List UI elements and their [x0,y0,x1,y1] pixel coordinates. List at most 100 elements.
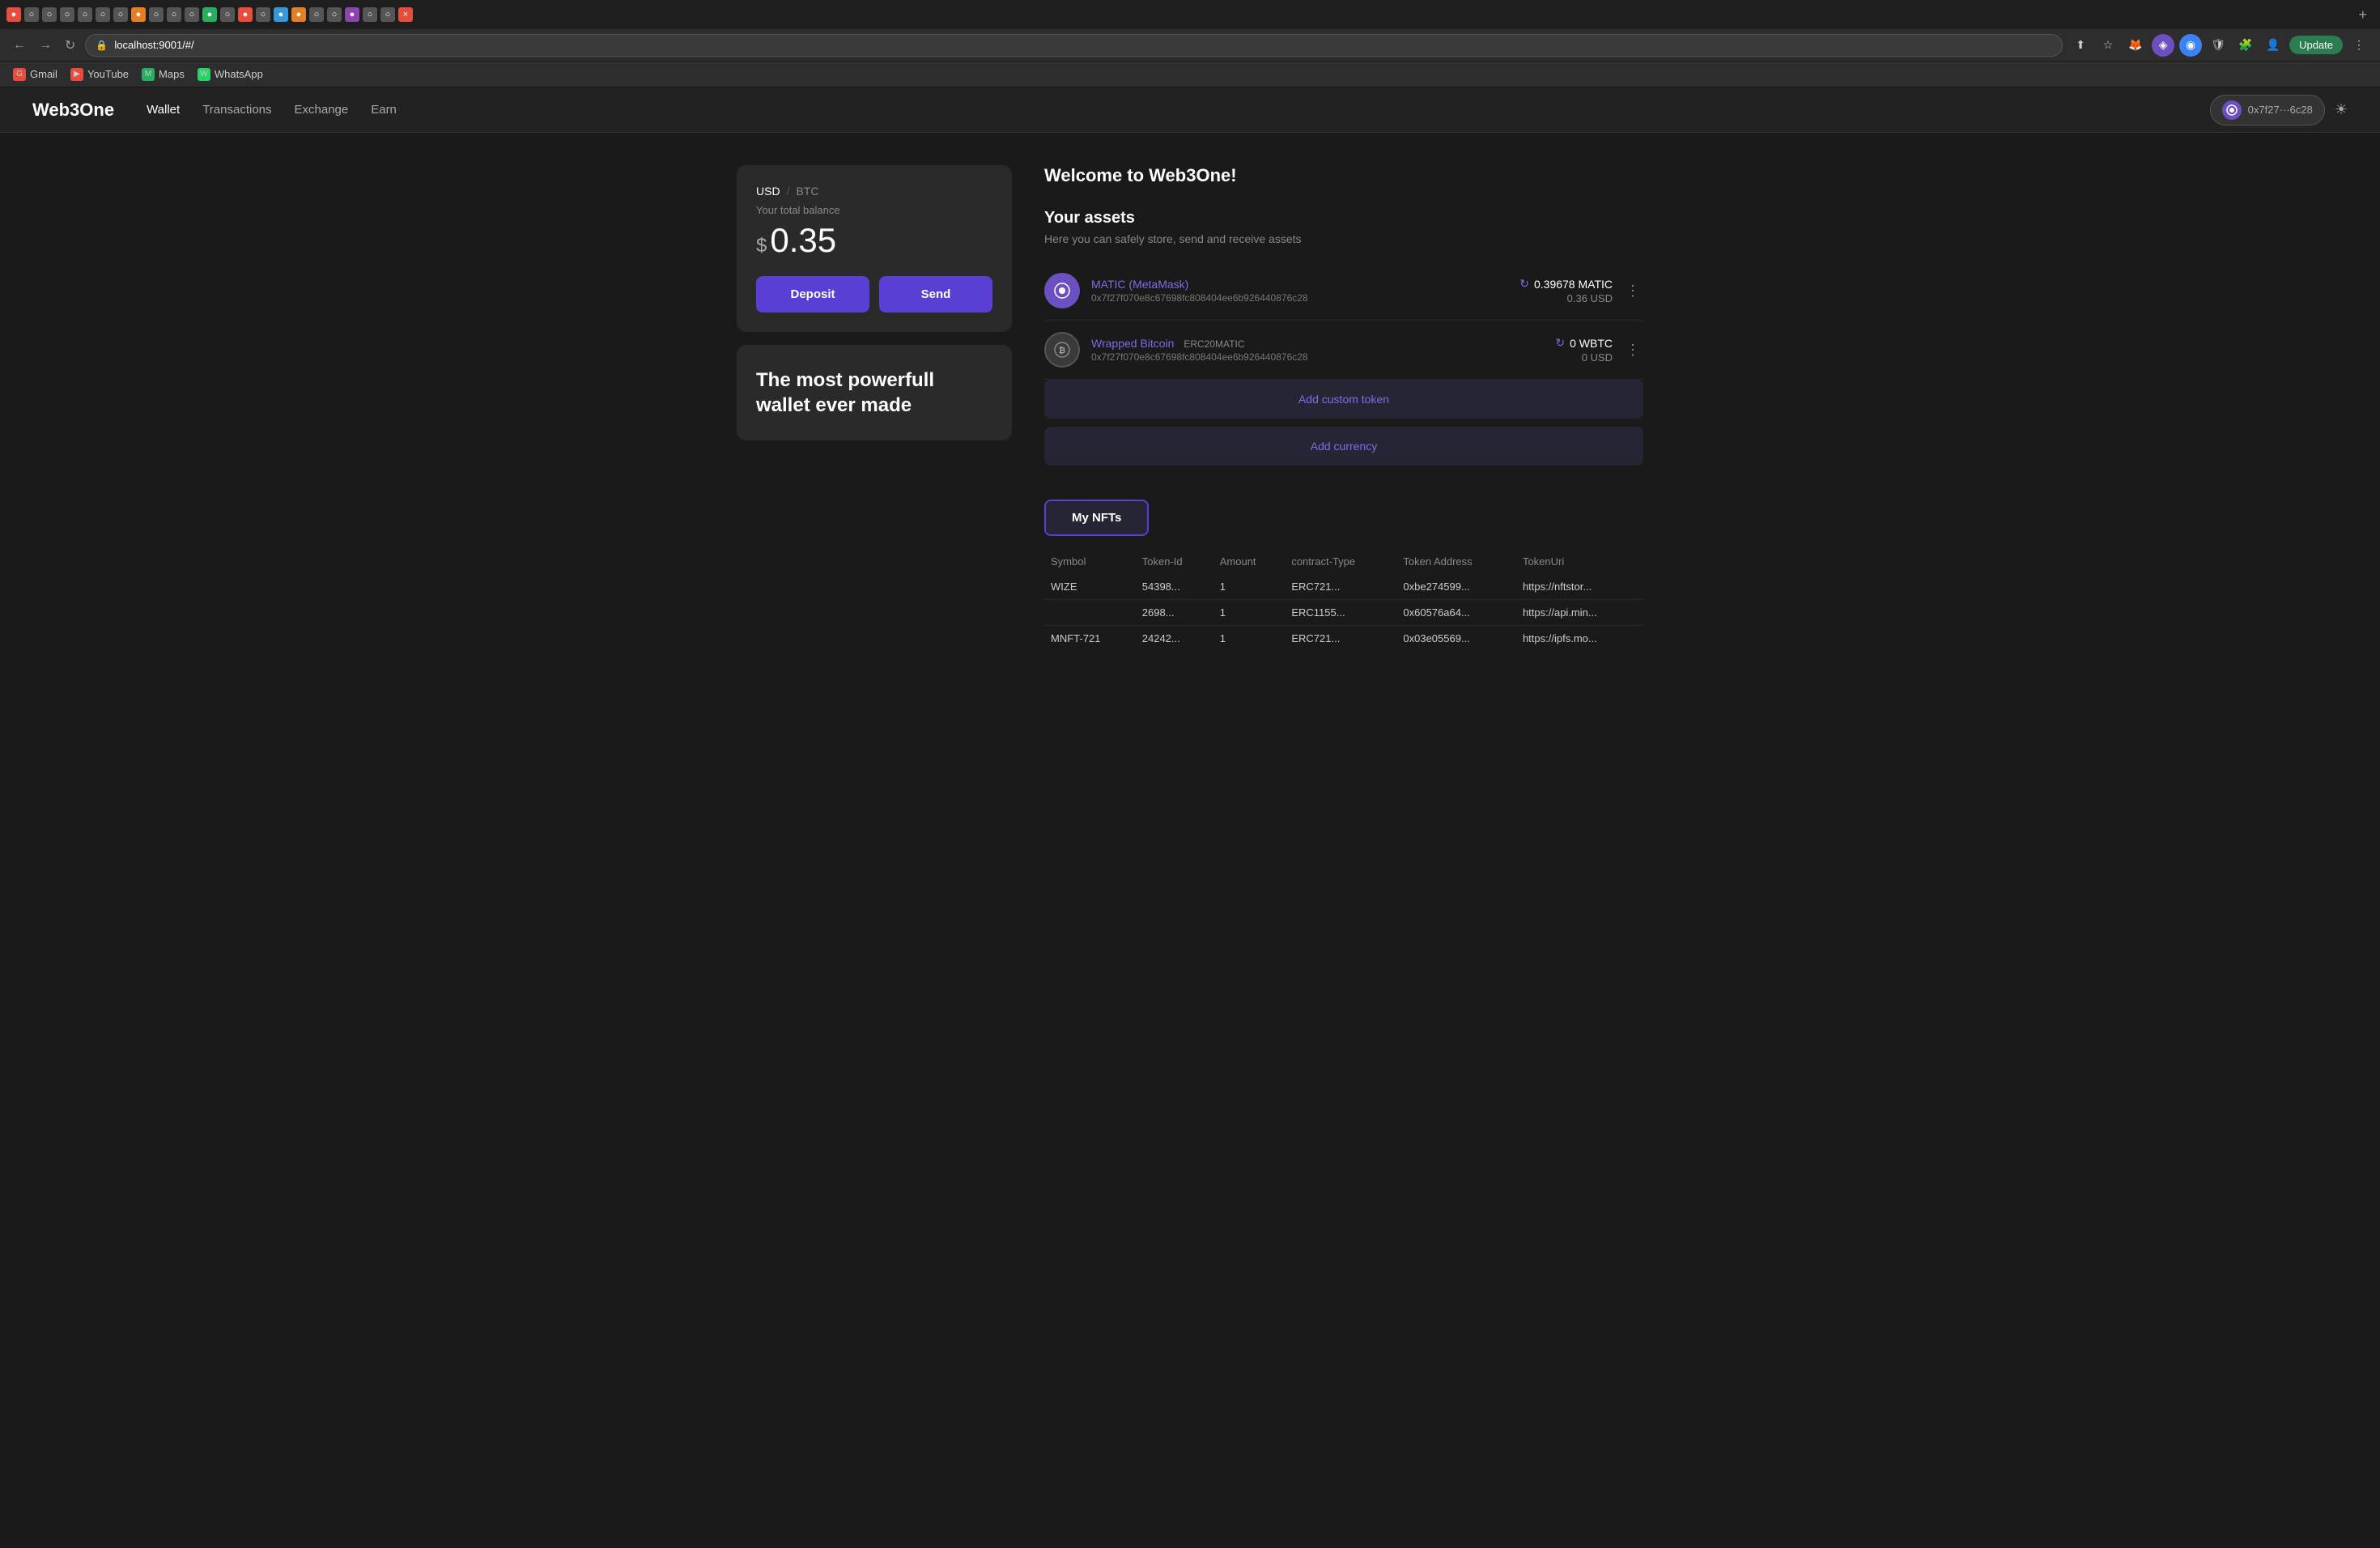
deposit-button[interactable]: Deposit [756,276,869,313]
address-bar-row: ← → ↻ 🔒 ⬆ ☆ 🦊 ◈ ◉ 🛡 🧩 👤 Update ⋮ [0,29,2380,62]
new-tab-button[interactable]: + [2352,6,2374,23]
nav-transactions[interactable]: Transactions [202,103,271,117]
tab-favicon-15[interactable]: ○ [256,7,270,22]
forward-button[interactable]: → [36,35,55,56]
add-custom-token-button[interactable]: Add custom token [1044,380,1643,419]
matic-icon [1044,273,1080,308]
tab-favicon-3[interactable]: ○ [42,7,57,22]
tab-favicon-22[interactable]: ○ [380,7,395,22]
nav-wallet[interactable]: Wallet [147,103,180,117]
nft-token-uri-1: https://api.min... [1516,600,1643,626]
nft-token-id-1: 2698... [1136,600,1213,626]
svg-text:₿: ₿ [1059,346,1065,355]
bookmark-icon[interactable]: ☆ [2097,34,2119,57]
currency-separator: / [787,185,790,198]
tab-favicon-8[interactable]: ● [131,7,146,22]
matic-sync-icon[interactable]: ↻ [1519,277,1529,291]
nft-symbol-2: MNFT-721 [1044,626,1136,652]
extension-puzzle-icon[interactable]: 🧩 [2234,34,2257,57]
extension-shield-icon[interactable]: 🛡 [2207,34,2229,57]
add-currency-button[interactable]: Add currency [1044,427,1643,466]
wbtc-name[interactable]: Wrapped Bitcoin ERC20MATIC [1091,337,1555,350]
wbtc-info: Wrapped Bitcoin ERC20MATIC 0x7f27f070e8c… [1091,337,1555,363]
tagline-text: The most powerfull wallet ever made [756,368,992,418]
tab-favicon-20[interactable]: ● [345,7,359,22]
reload-button[interactable]: ↻ [62,34,79,57]
youtube-icon: ▶ [70,68,83,81]
balance-value: 0.35 [770,221,836,260]
wbtc-menu-icon[interactable]: ⋮ [1622,338,1643,362]
dollar-sign: $ [756,235,767,257]
nft-amount-1: 1 [1213,600,1286,626]
tab-favicon-19[interactable]: ○ [327,7,342,22]
tab-favicon-1[interactable]: ● [6,7,21,22]
nav-right: 0x7f27···6c28 ☀ [2210,95,2348,125]
bookmark-youtube[interactable]: ▶ YouTube [70,68,129,81]
extension-fox-icon[interactable]: 🦊 [2124,34,2147,57]
my-nfts-tab[interactable]: My NFTs [1044,500,1149,536]
share-icon[interactable]: ⬆ [2069,34,2092,57]
wallet-address-button[interactable]: 0x7f27···6c28 [2210,95,2325,125]
asset-row-matic: MATIC (MetaMask) 0x7f27f070e8c67698fc808… [1044,262,1643,321]
wbtc-sync-icon[interactable]: ↻ [1555,336,1565,350]
extension-purple-icon[interactable]: ◈ [2152,34,2174,57]
tab-favicon-13[interactable]: ○ [220,7,235,22]
nft-contract-type-0: ERC721... [1285,574,1396,600]
bookmark-maps[interactable]: M Maps [142,68,185,81]
tab-favicon-4[interactable]: ○ [60,7,74,22]
extension-blue-icon[interactable]: ◉ [2179,34,2202,57]
wbtc-balance: ↻ 0 WBTC 0 USD [1555,336,1613,364]
tab-favicon-2[interactable]: ○ [24,7,39,22]
nft-table: Symbol Token-Id Amount contract-Type Tok… [1044,549,1643,651]
tab-favicon-17[interactable]: ● [291,7,306,22]
tab-favicon-16[interactable]: ● [274,7,288,22]
profile-icon[interactable]: 👤 [2262,34,2284,57]
balance-label: Your total balance [756,204,992,216]
tab-favicon-7[interactable]: ○ [113,7,128,22]
tab-favicon-12[interactable]: ● [202,7,217,22]
assets-title: Your assets [1044,209,1643,228]
bookmark-youtube-label: YouTube [87,68,129,80]
matic-menu-icon[interactable]: ⋮ [1622,279,1643,303]
bookmarks-bar: G Gmail ▶ YouTube M Maps W WhatsApp [0,62,2380,87]
tab-favicon-18[interactable]: ○ [309,7,324,22]
tab-favicon-x[interactable]: × [398,7,413,22]
matic-balance-crypto: ↻ 0.39678 MATIC [1519,277,1613,291]
right-panel: Welcome to Web3One! Your assets Here you… [1044,165,1643,651]
address-bar[interactable]: 🔒 [85,34,2063,57]
tab-favicon-5[interactable]: ○ [78,7,92,22]
nft-token-uri-0: https://nftstor... [1516,574,1643,600]
nft-token-address-2: 0x03e05569... [1396,626,1516,652]
toolbar-icons: ⬆ ☆ 🦊 ◈ ◉ 🛡 🧩 👤 Update ⋮ [2069,34,2370,57]
wallet-address-text: 0x7f27···6c28 [2248,104,2313,116]
nft-col-token-id: Token-Id [1136,549,1213,574]
tab-favicon-21[interactable]: ○ [363,7,377,22]
bookmark-whatsapp-label: WhatsApp [215,68,263,80]
send-button[interactable]: Send [879,276,992,313]
usd-button[interactable]: USD [756,185,780,198]
wbtc-balance-usd: 0 USD [1555,351,1613,364]
nav-earn[interactable]: Earn [371,103,397,117]
tab-favicon-14[interactable]: ● [238,7,253,22]
lock-icon: 🔒 [96,40,108,51]
back-button[interactable]: ← [10,35,29,56]
tab-favicon-6[interactable]: ○ [96,7,110,22]
bookmark-whatsapp[interactable]: W WhatsApp [198,68,263,81]
menu-icon[interactable]: ⋮ [2348,34,2370,57]
left-panel: USD / BTC Your total balance $ 0.35 Depo… [737,165,1012,651]
tab-favicon-11[interactable]: ○ [185,7,199,22]
tab-favicon-9[interactable]: ○ [149,7,164,22]
matic-name[interactable]: MATIC (MetaMask) [1091,278,1519,291]
whatsapp-icon: W [198,68,210,81]
wallet-addr-icon [2222,100,2242,120]
tab-favicon-10[interactable]: ○ [167,7,181,22]
nft-token-id-2: 24242... [1136,626,1213,652]
nav-exchange[interactable]: Exchange [295,103,349,117]
address-input[interactable] [114,39,2052,51]
bookmark-gmail[interactable]: G Gmail [13,68,57,81]
theme-toggle-icon[interactable]: ☀ [2335,101,2348,118]
nav-links: Wallet Transactions Exchange Earn [147,103,2184,117]
btc-button[interactable]: BTC [796,185,818,198]
matic-address: 0x7f27f070e8c67698fc808404ee6b926440876c… [1091,292,1519,304]
update-button[interactable]: Update [2289,36,2343,54]
